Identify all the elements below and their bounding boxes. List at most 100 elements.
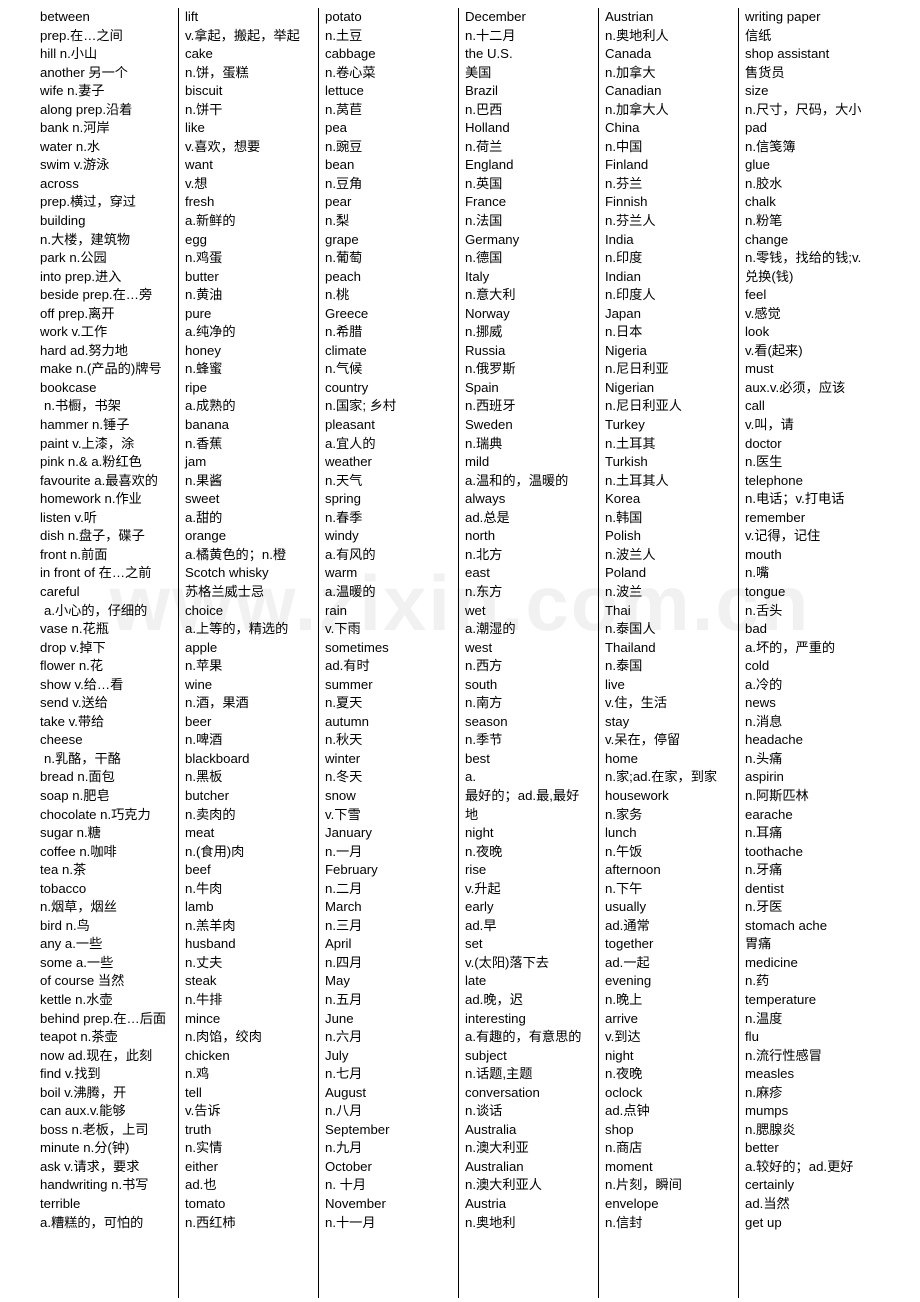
vocabulary-entry-line: lunch bbox=[605, 825, 637, 841]
vocabulary-entry-line: n.大楼，建筑物 bbox=[40, 231, 131, 247]
vocabulary-entry-line: n.荷兰 bbox=[465, 138, 503, 154]
vocabulary-entry-line: n.流行性感冒 bbox=[745, 1047, 822, 1063]
vocabulary-entry-line: Holland bbox=[465, 120, 510, 136]
vocabulary-entry-line: n.印度人 bbox=[605, 287, 656, 303]
vocabulary-entry-line: n.澳大利亚 bbox=[465, 1140, 529, 1156]
vocabulary-entry-line: n.夜晚 bbox=[605, 1066, 643, 1082]
vocabulary-entry-line: n.饼，蛋糕 bbox=[185, 64, 249, 80]
vocabulary-entry-line: Nigeria bbox=[605, 342, 647, 358]
vocabulary-entry-line: ask v.请求，要求 bbox=[40, 1158, 140, 1174]
vocabulary-entry-line: coffee n.咖啡 bbox=[40, 843, 117, 859]
vocabulary-entry-line: in front of 在…之前 bbox=[40, 565, 152, 581]
vocabulary-entry-line: winter bbox=[325, 750, 361, 766]
vocabulary-entry-line: n.医生 bbox=[745, 454, 783, 470]
vocabulary-entry-line: interesting bbox=[465, 1010, 526, 1026]
vocabulary-entry-line: a.小心的，仔细的 bbox=[44, 602, 148, 618]
vocabulary-entry-line: May bbox=[325, 973, 350, 989]
vocabulary-entry-line: homework n.作业 bbox=[40, 491, 142, 507]
vocabulary-entry-line: vase n.花瓶 bbox=[40, 621, 109, 637]
vocabulary-entry-line: n.阿斯匹林 bbox=[745, 787, 809, 803]
vocabulary-entry-line: a.温和的，温暖的 bbox=[465, 472, 569, 488]
vocabulary-entry-line: n.家务 bbox=[605, 806, 643, 822]
vocabulary-entry-line: butcher bbox=[185, 787, 229, 803]
vocabulary-entry-line: n.波兰 bbox=[605, 583, 643, 599]
vocabulary-entry-line: early bbox=[465, 899, 494, 915]
vocabulary-entry-line: n.南方 bbox=[465, 695, 503, 711]
vocabulary-entry-line: n.信封 bbox=[605, 1214, 643, 1230]
vocabulary-entry-line: choice bbox=[185, 602, 224, 618]
vocabulary-entry-line: n.秋天 bbox=[325, 732, 363, 748]
vocabulary-entry-line: a.糟糕的，可怕的 bbox=[40, 1214, 144, 1230]
vocabulary-entry-line: n.饼干 bbox=[185, 101, 223, 117]
vocabulary-entry-line: season bbox=[465, 713, 508, 729]
vocabulary-entry-line: subject bbox=[465, 1047, 507, 1063]
vocabulary-entry-line: drop v.掉下 bbox=[40, 639, 106, 655]
vocabulary-entry-line: ripe bbox=[185, 379, 207, 395]
vocabulary-entry-line: feel bbox=[745, 287, 767, 303]
vocabulary-entry-line: Italy bbox=[465, 268, 490, 284]
vocabulary-entry-line: change bbox=[745, 231, 789, 247]
vocabulary-entry-line: n.五月 bbox=[325, 991, 363, 1007]
vocabulary-entry-line: January bbox=[325, 825, 372, 841]
vocabulary-entry-line: peach bbox=[325, 268, 361, 284]
vocabulary-entry-line: cake bbox=[185, 46, 213, 62]
vocabulary-entry-line: n.巴西 bbox=[465, 101, 503, 117]
vocabulary-entry-line: n.黑板 bbox=[185, 769, 223, 785]
vocabulary-entry-line: usually bbox=[605, 899, 647, 915]
vocabulary-entry-line: n.英国 bbox=[465, 175, 503, 191]
vocabulary-entry-line: biscuit bbox=[185, 83, 223, 99]
vocabulary-entry-line: Canada bbox=[605, 46, 652, 62]
vocabulary-entry-line: behind prep.在…后面 bbox=[40, 1010, 167, 1026]
vocabulary-entry-line: 胃痛 bbox=[745, 936, 772, 952]
vocabulary-entry-line: another 另一个 bbox=[40, 64, 128, 80]
vocabulary-entry-line: n.二月 bbox=[325, 880, 363, 896]
vocabulary-entry-line: late bbox=[465, 973, 487, 989]
vocabulary-entry-line: a.橘黄色的；n.橙 bbox=[185, 546, 287, 562]
vocabulary-entry-line: Austria bbox=[465, 1196, 507, 1211]
vocabulary-entry-line: Austrian bbox=[605, 9, 654, 24]
vocabulary-entry-line: n.鸡蛋 bbox=[185, 250, 223, 266]
vocabulary-entry-line: v.记得，记住 bbox=[745, 528, 821, 544]
vocabulary-entry-line: aspirin bbox=[745, 769, 784, 785]
vocabulary-entry-line: flu bbox=[745, 1029, 759, 1045]
vocabulary-entry-line: show v.给…看 bbox=[40, 676, 124, 692]
vocabulary-entry-line: April bbox=[325, 936, 352, 952]
vocabulary-entry-line: honey bbox=[185, 342, 221, 358]
vocabulary-entry-line: n.家;ad.在家，到家 bbox=[605, 769, 718, 785]
vocabulary-entry-line: night bbox=[605, 1047, 634, 1063]
vocabulary-entry-line: Spain bbox=[465, 379, 499, 395]
vocabulary-entry-line: n.梨 bbox=[325, 213, 350, 229]
vocabulary-entry-line: shop assistant bbox=[745, 46, 830, 62]
vocabulary-entry-line: any a.一些 bbox=[40, 936, 103, 952]
vocabulary-entry-line: home bbox=[605, 750, 638, 766]
vocabulary-entry-line: 信纸 bbox=[745, 27, 772, 43]
vocabulary-entry-line: earache bbox=[745, 806, 793, 822]
vocabulary-entry-line: n.七月 bbox=[325, 1066, 363, 1082]
vocabulary-entry-line: off prep.离开 bbox=[40, 305, 115, 321]
vocabulary-entry-line: ad.点钟 bbox=[605, 1103, 650, 1119]
vocabulary-entry-line: n.莴苣 bbox=[325, 101, 363, 117]
vocabulary-entry-line: n.瑞典 bbox=[465, 435, 503, 451]
vocabulary-entry-line: take v.带给 bbox=[40, 713, 105, 729]
vocabulary-entry-line: water n.水 bbox=[40, 138, 101, 154]
vocabulary-entry-line: some a.一些 bbox=[40, 954, 114, 970]
vocabulary-entry-line: n.乳酪，干酪 bbox=[44, 750, 121, 766]
vocabulary-entry-line: n.晚上 bbox=[605, 991, 643, 1007]
vocabulary-entry-line: n.嘴 bbox=[745, 565, 770, 581]
vocabulary-entry-line: v.呆在，停留 bbox=[605, 732, 681, 748]
vocabulary-entry-line: chocolate n.巧克力 bbox=[40, 806, 151, 822]
vocabulary-entry-line: Russia bbox=[465, 342, 506, 358]
vocabulary-entry-line: country bbox=[325, 379, 369, 395]
vocabulary-entry-line: doctor bbox=[745, 435, 782, 451]
vocabulary-entry-line: v.看(起来) bbox=[745, 342, 803, 358]
vocabulary-entry-line: wine bbox=[185, 676, 213, 692]
vocabulary-entry-line: September bbox=[325, 1121, 390, 1137]
vocabulary-entry-line: snow bbox=[325, 787, 356, 803]
vocabulary-entry-line: beside prep.在…旁 bbox=[40, 287, 153, 303]
vocabulary-entry-line: November bbox=[325, 1196, 386, 1211]
vocabulary-entry-line: must bbox=[745, 361, 774, 377]
vocabulary-entry-line: tongue bbox=[745, 583, 786, 599]
vocabulary-entry-line: a.较好的；ad.更好 bbox=[745, 1158, 854, 1174]
vocabulary-entry-line: 兑换(钱) bbox=[745, 268, 794, 284]
vocabulary-entry-line: n.牛排 bbox=[185, 991, 223, 1007]
